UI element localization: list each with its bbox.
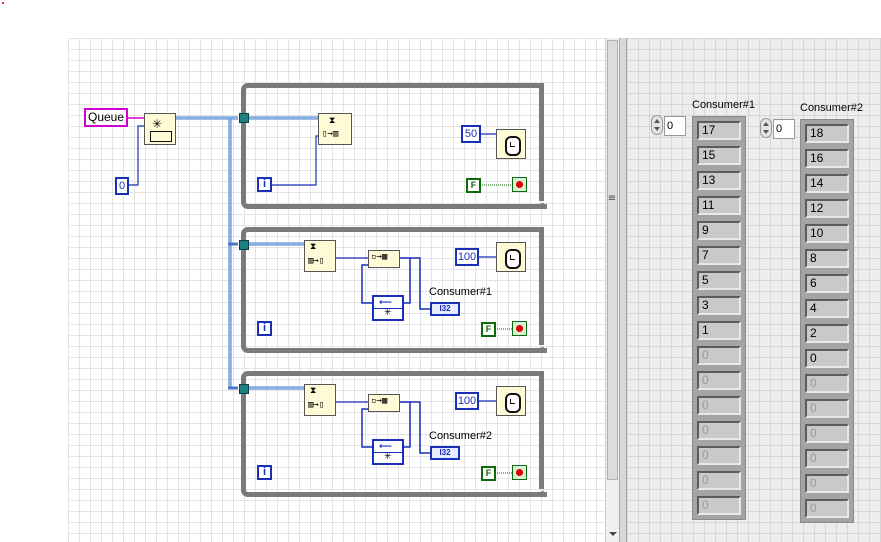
consumer2-element[interactable]: 10 — [805, 224, 849, 243]
iteration-terminal-1: i — [257, 177, 272, 192]
consumer1-indicator-terminal[interactable]: I32 — [430, 302, 460, 316]
consumer1-element[interactable]: 17 — [697, 121, 741, 140]
wait-ms-icon-3[interactable] — [496, 386, 526, 416]
stop-constant-2[interactable]: F — [481, 322, 496, 337]
dequeue-icon-2[interactable]: ⧗ ▥→▯ — [304, 384, 336, 416]
enqueue-icon[interactable]: ⧗ ▯→▥ — [318, 113, 352, 145]
consumer1-element[interactable]: 0 — [697, 396, 741, 415]
queue-refnum-constant[interactable]: Queue — [84, 108, 128, 127]
shift-register-icon-1: ⟵ ✳ — [372, 295, 404, 321]
wait-ms-constant-2[interactable]: 100 — [455, 248, 479, 266]
queue-tunnel-1 — [239, 113, 249, 123]
consumer1-element[interactable]: 1 — [697, 321, 741, 340]
scrollbar-thumb[interactable] — [607, 40, 618, 480]
stop-button-icon-2[interactable] — [512, 321, 527, 336]
wait-ms-icon-2[interactable] — [496, 242, 526, 272]
build-array-icon-2[interactable]: ▫→▦ — [368, 394, 400, 412]
consumer2-array-label: Consumer#2 — [800, 102, 863, 114]
stop-button-icon-1[interactable] — [512, 177, 527, 192]
consumer1-element[interactable]: 3 — [697, 296, 741, 315]
consumer1-array: 17 15 13 11 9 7 5 3 1 0 0 0 0 0 0 0 — [692, 116, 746, 520]
splitter-grip-icon[interactable]: ≡ — [605, 193, 619, 204]
stop-button-icon-3[interactable] — [512, 465, 527, 480]
consumer1-element[interactable]: 11 — [697, 196, 741, 215]
iteration-terminal-2: i — [257, 321, 272, 336]
loop2-corner-tick — [539, 348, 547, 353]
consumer2-element[interactable]: 4 — [805, 299, 849, 318]
consumer1-array-label: Consumer#1 — [692, 99, 755, 111]
loop2-right-edge — [539, 227, 544, 345]
consumer2-element[interactable]: 0 — [805, 374, 849, 393]
consumer2-element[interactable]: 0 — [805, 449, 849, 468]
consumer1-element[interactable]: 15 — [697, 146, 741, 165]
block-diagram-scrollbar[interactable] — [605, 38, 619, 542]
loop3-right-edge — [539, 371, 544, 489]
iteration-terminal-3: i — [257, 465, 272, 480]
consumer1-element[interactable]: 0 — [697, 446, 741, 465]
queue-tunnel-2 — [239, 240, 249, 250]
consumer1-element[interactable]: 5 — [697, 271, 741, 290]
consumer2-element[interactable]: 0 — [805, 349, 849, 368]
consumer1-index-field[interactable]: 0 — [664, 116, 686, 136]
consumer1-element[interactable]: 0 — [697, 371, 741, 390]
dequeue-icon-1[interactable]: ⧗ ▥→▯ — [304, 240, 336, 272]
consumer2-indicator-terminal[interactable]: I32 — [430, 446, 460, 460]
consumer2-element[interactable]: 0 — [805, 424, 849, 443]
wait-ms-constant-1[interactable]: 50 — [461, 125, 481, 143]
consumer1-element[interactable]: 0 — [697, 496, 741, 515]
consumer1-indicator-label: Consumer#1 — [429, 286, 492, 298]
consumer2-element[interactable]: 6 — [805, 274, 849, 293]
window-splitter[interactable] — [619, 38, 627, 542]
consumer2-element[interactable]: 0 — [805, 474, 849, 493]
wait-ms-icon-1[interactable] — [496, 129, 526, 159]
consumer2-array: 18 16 14 12 10 8 6 4 2 0 0 0 0 0 0 0 — [800, 119, 854, 523]
stop-constant-1[interactable]: F — [466, 178, 481, 193]
queue-size-constant[interactable]: 0 — [115, 177, 129, 195]
consumer2-index-field[interactable]: 0 — [773, 119, 795, 139]
consumer1-element[interactable]: 7 — [697, 246, 741, 265]
build-array-icon-1[interactable]: ▫→▦ — [368, 250, 400, 268]
scroll-down-arrow-icon[interactable] — [609, 532, 617, 536]
consumer2-element[interactable]: 8 — [805, 249, 849, 268]
consumer2-element[interactable]: 0 — [805, 499, 849, 518]
consumer2-element[interactable]: 2 — [805, 324, 849, 343]
loop1-right-edge — [539, 83, 544, 201]
stop-constant-3[interactable]: F — [481, 466, 496, 481]
wait-ms-constant-3[interactable]: 100 — [455, 392, 479, 410]
consumer2-index-spinner[interactable] — [760, 118, 772, 138]
queue-tunnel-3 — [239, 384, 249, 394]
consumer1-element[interactable]: 0 — [697, 471, 741, 490]
consumer1-element[interactable]: 9 — [697, 221, 741, 240]
consumer2-indicator-label: Consumer#2 — [429, 430, 492, 442]
consumer2-element[interactable]: 14 — [805, 174, 849, 193]
consumer2-element[interactable]: 18 — [805, 124, 849, 143]
consumer1-element[interactable]: 0 — [697, 421, 741, 440]
obtain-queue-icon[interactable]: ✳ — [144, 113, 176, 145]
consumer1-element[interactable]: 0 — [697, 346, 741, 365]
loop3-corner-tick — [539, 492, 547, 497]
consumer2-element[interactable]: 12 — [805, 199, 849, 218]
consumer2-element[interactable]: 16 — [805, 149, 849, 168]
consumer1-index-spinner[interactable] — [651, 115, 663, 135]
loop1-corner-tick — [539, 204, 547, 209]
consumer2-element[interactable]: 0 — [805, 399, 849, 418]
consumer1-element[interactable]: 13 — [697, 171, 741, 190]
shift-register-icon-2: ⟵ ✳ — [372, 439, 404, 465]
